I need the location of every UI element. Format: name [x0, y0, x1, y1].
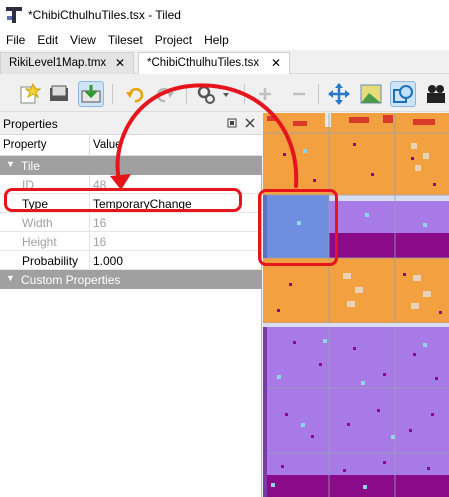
properties-panel-header: Properties — [0, 113, 262, 135]
tiled-app-icon — [6, 7, 22, 23]
remove-button[interactable] — [286, 81, 312, 107]
properties-panel: Properties Property Value ▼ Tile ID 48 T… — [0, 113, 262, 497]
new-tileset-button[interactable] — [16, 81, 42, 107]
menu-edit[interactable]: Edit — [31, 30, 64, 50]
tileset-view[interactable] — [263, 113, 449, 497]
properties-column-header: Property Value — [0, 135, 262, 156]
group-custom-properties[interactable]: ▼ Custom Properties — [0, 270, 262, 289]
image-button[interactable] — [358, 81, 384, 107]
menu-help[interactable]: Help — [198, 30, 235, 50]
add-button[interactable] — [252, 81, 278, 107]
group-tile[interactable]: ▼ Tile — [0, 156, 262, 175]
close-icon[interactable]: ✕ — [115, 53, 125, 73]
settings-dropdown-button[interactable] — [193, 81, 233, 107]
film-icon — [427, 85, 445, 103]
animation-button[interactable] — [423, 81, 449, 107]
property-key: Probability — [22, 254, 79, 268]
group-label: Custom Properties — [21, 273, 121, 287]
toolbar-separator — [244, 84, 245, 104]
redo-button[interactable] — [153, 81, 179, 107]
move-icon — [328, 83, 350, 105]
close-panel-icon[interactable] — [244, 117, 256, 129]
open-icon — [50, 85, 68, 101]
property-key: Width — [22, 216, 53, 230]
menu-bar: File Edit View Tileset Project Help — [0, 30, 449, 50]
property-value: 16 — [93, 216, 107, 230]
menu-view[interactable]: View — [64, 30, 102, 50]
move-button[interactable] — [326, 81, 352, 107]
property-value[interactable]: 1.000 — [93, 254, 123, 268]
document-tab-bar: RikiLevel1Map.tmx ✕ *ChibiCthulhuTiles.t… — [0, 50, 449, 74]
type-row-highlight — [4, 188, 242, 212]
new-tileset-icon — [20, 82, 42, 104]
save-button[interactable] — [78, 81, 104, 107]
close-icon[interactable]: ✕ — [271, 53, 281, 73]
property-row-width[interactable]: Width 16 — [0, 213, 262, 232]
property-value: 16 — [93, 235, 107, 249]
redo-icon — [156, 87, 174, 103]
save-icon — [81, 85, 101, 103]
title-bar: *ChibiCthulhuTiles.tsx - Tiled — [0, 0, 449, 30]
collapse-arrow-icon[interactable]: ▼ — [6, 159, 15, 169]
tab-label: RikiLevel1Map.tmx — [9, 57, 107, 69]
panel-title: Properties — [3, 117, 58, 131]
add-icon — [259, 88, 271, 100]
undo-icon — [126, 87, 144, 103]
tab-rikilevel1map[interactable]: RikiLevel1Map.tmx ✕ — [0, 52, 134, 74]
property-row-probability[interactable]: Probability 1.000 — [0, 251, 262, 270]
menu-file[interactable]: File — [0, 30, 31, 50]
undo-button[interactable] — [121, 81, 147, 107]
shape-icon — [393, 85, 413, 103]
column-value[interactable]: Value — [93, 139, 122, 151]
selected-tile-highlight — [258, 189, 338, 266]
image-icon — [360, 84, 382, 104]
toolbar-separator — [112, 84, 113, 104]
collapse-arrow-icon[interactable]: ▼ — [6, 273, 15, 283]
toolbar-separator — [318, 84, 319, 104]
toolbar — [0, 76, 449, 112]
column-property[interactable]: Property — [3, 139, 46, 151]
group-label: Tile — [21, 159, 40, 173]
menu-tileset[interactable]: Tileset — [102, 30, 149, 50]
open-button[interactable] — [46, 81, 72, 107]
float-panel-icon[interactable] — [226, 117, 238, 129]
window-title: *ChibiCthulhuTiles.tsx - Tiled — [28, 8, 181, 22]
tab-chibicthulhutiles[interactable]: *ChibiCthulhuTiles.tsx ✕ — [138, 52, 290, 74]
property-key: Height — [22, 235, 57, 249]
shape-button[interactable] — [390, 81, 416, 107]
settings-icon — [197, 85, 229, 104]
tab-label: *ChibiCthulhuTiles.tsx — [147, 57, 260, 69]
menu-project[interactable]: Project — [149, 30, 198, 50]
property-row-height[interactable]: Height 16 — [0, 232, 262, 251]
tileset-image[interactable] — [263, 113, 449, 497]
remove-icon — [293, 92, 305, 96]
toolbar-separator — [186, 84, 187, 104]
